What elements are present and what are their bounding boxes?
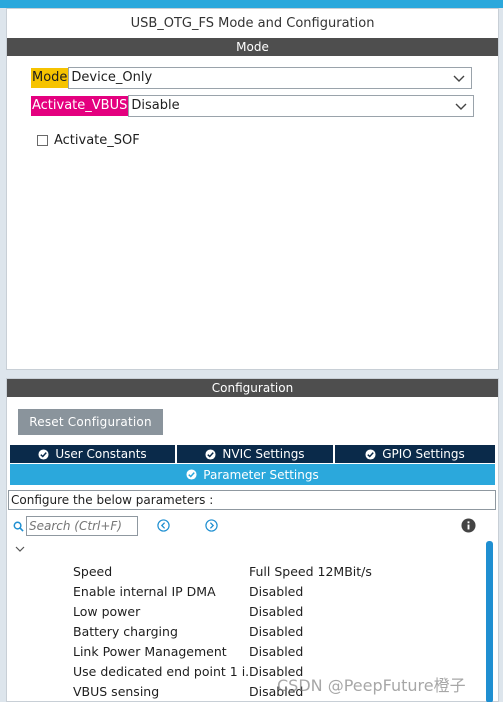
tab-label: NVIC Settings [222, 447, 305, 461]
top-accent-band [0, 0, 503, 8]
mode-panel: USB_OTG_FS Mode and Configuration Mode M… [6, 8, 499, 370]
vbus-label: Activate_VBUS [31, 96, 129, 116]
tab-parameter-settings[interactable]: Parameter Settings [10, 464, 495, 485]
parameter-name: VBUS sensing [73, 683, 160, 699]
check-circle-icon [186, 469, 197, 480]
parameter-name: Use dedicated end point 1 i... [73, 663, 249, 679]
parameter-row[interactable]: Low power Disabled [73, 601, 483, 621]
sof-label: Activate_SOF [54, 133, 140, 148]
chevron-down-icon[interactable] [15, 545, 25, 553]
vbus-select-value: Disable [131, 98, 180, 113]
parameter-name: Link Power Management [73, 643, 227, 659]
tab-nvic-settings[interactable]: NVIC Settings [177, 445, 335, 463]
previous-result-icon[interactable] [157, 519, 170, 532]
tab-label: GPIO Settings [382, 447, 465, 461]
parameter-row[interactable]: Battery charging Disabled [73, 621, 483, 641]
mode-row: Mode Device_Only [31, 67, 473, 89]
check-circle-icon [365, 448, 376, 460]
configuration-section-header: Configuration [7, 379, 498, 397]
window-title: USB_OTG_FS Mode and Configuration [130, 16, 375, 31]
parameter-value: Full Speed 12MBit/s [249, 563, 372, 579]
tab-gpio-settings[interactable]: GPIO Settings [335, 445, 495, 463]
configure-instructions: Configure the below parameters : [8, 490, 496, 510]
search-input[interactable] [26, 516, 138, 536]
parameter-name: Speed [73, 563, 113, 579]
check-circle-icon [38, 448, 49, 460]
search-bar [13, 516, 138, 536]
configuration-panel: Configuration Reset Configuration User C… [6, 378, 499, 702]
watermark-text: CSDN @PeepFuture橙子 [277, 676, 466, 695]
parameter-value: Disabled [249, 643, 304, 659]
parameter-row[interactable]: Link Power Management Disabled [73, 641, 483, 661]
chevron-down-icon [453, 75, 465, 82]
tab-label: Parameter Settings [203, 467, 319, 482]
parameter-value: Disabled [249, 583, 304, 599]
vertical-scrollbar[interactable] [486, 541, 493, 702]
parameter-name: Low power [73, 603, 141, 619]
sof-row: Activate_SOF [37, 133, 140, 148]
parameter-value: Disabled [249, 623, 304, 639]
parameter-row[interactable]: Enable internal IP DMA Disabled [73, 581, 483, 601]
reset-configuration-button[interactable]: Reset Configuration [18, 409, 163, 435]
vbus-select[interactable]: Disable [128, 95, 475, 117]
sof-checkbox[interactable] [37, 135, 48, 146]
mode-select[interactable]: Device_Only [68, 67, 473, 89]
vbus-row: Activate_VBUS Disable [31, 95, 475, 117]
search-icon [13, 521, 24, 532]
parameter-row[interactable]: Speed Full Speed 12MBit/s [73, 561, 483, 581]
mode-section-header: Mode [7, 38, 498, 56]
tab-user-constants[interactable]: User Constants [10, 445, 177, 463]
mode-select-value: Device_Only [71, 70, 153, 85]
chevron-down-icon [455, 103, 467, 110]
parameter-name: Enable internal IP DMA [73, 583, 216, 599]
info-icon[interactable] [461, 518, 476, 533]
tab-label: User Constants [55, 447, 147, 461]
next-result-icon[interactable] [205, 519, 218, 532]
parameter-name: Battery charging [73, 623, 178, 639]
settings-tabs: User Constants NVIC Settings GPIO Settin… [10, 445, 495, 463]
parameter-value: Disabled [249, 603, 304, 619]
check-circle-icon [205, 448, 216, 460]
mode-label: Mode [31, 68, 69, 88]
